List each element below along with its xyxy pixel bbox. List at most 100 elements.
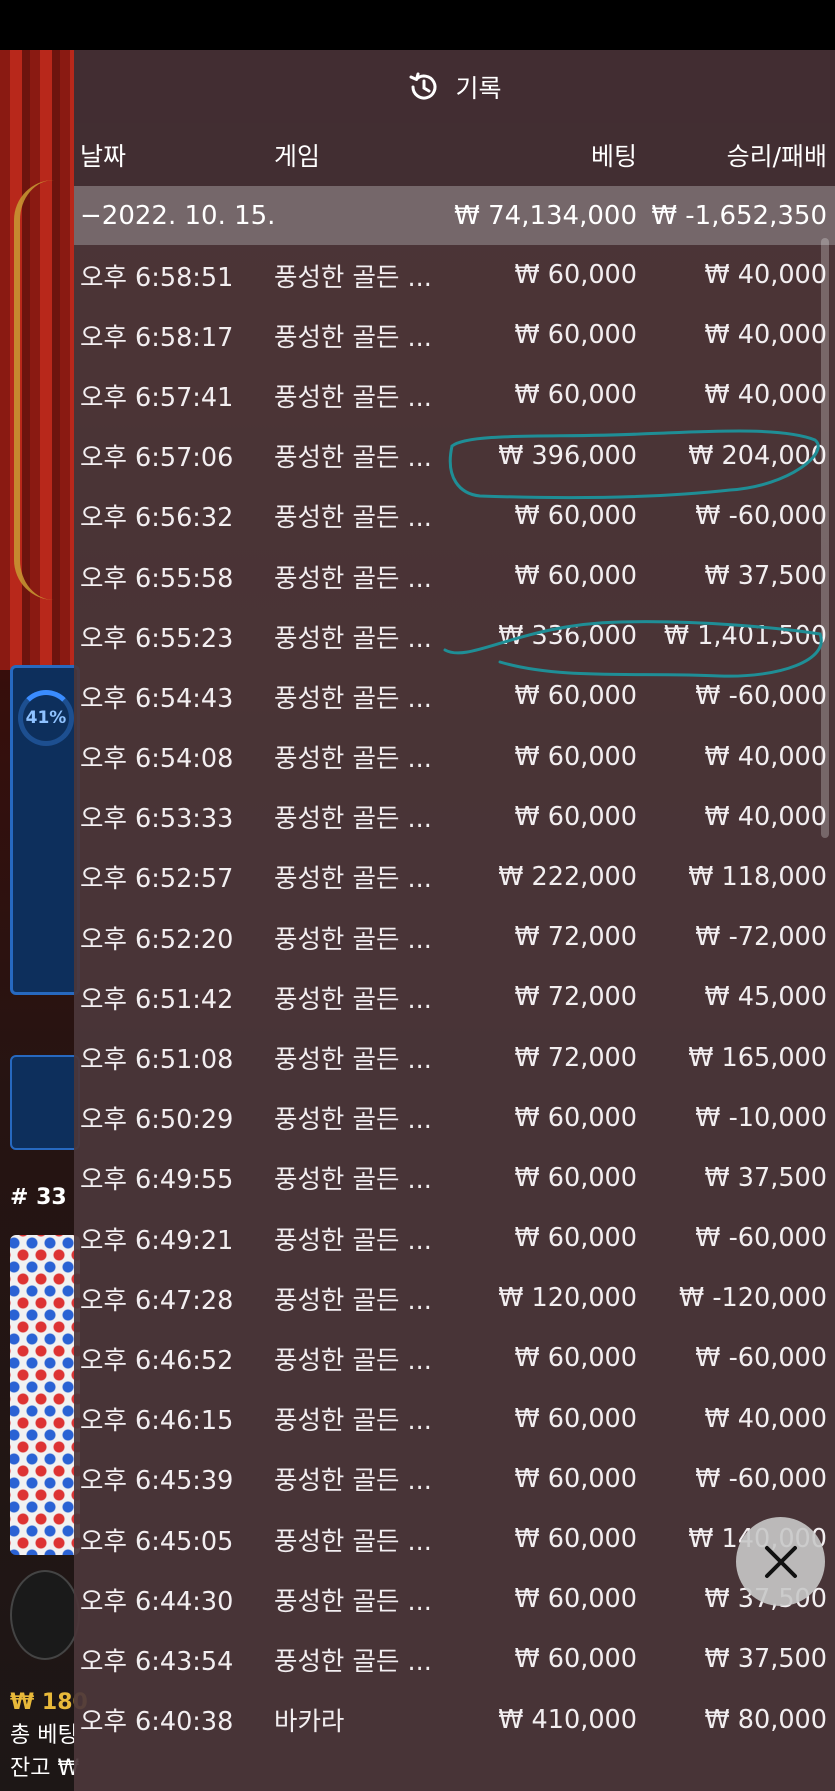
scrollbar[interactable] <box>821 238 829 838</box>
row-time: 오후 6:45:05 <box>80 1526 234 1557</box>
row-bet: ₩ 396,000 <box>498 440 637 471</box>
row-game: 풍성한 골든 ... <box>274 322 432 353</box>
row-win-loss: ₩ 80,000 <box>704 1704 827 1735</box>
date-group-label: −2022. 10. 15. <box>80 200 276 231</box>
history-row[interactable]: 오후 6:45:39 풍성한 골든 ... ₩ 60,000 ₩ -60,000 <box>74 1449 835 1509</box>
row-win-loss: ₩ 37,500 <box>704 1644 827 1675</box>
row-win-loss: ₩ 204,000 <box>688 440 827 471</box>
row-time: 오후 6:49:21 <box>80 1225 234 1256</box>
row-bet: ₩ 60,000 <box>514 741 637 772</box>
history-row[interactable]: 오후 6:49:21 풍성한 골든 ... ₩ 60,000 ₩ -60,000 <box>74 1208 835 1268</box>
history-row[interactable]: 오후 6:55:23 풍성한 골든 ... ₩ 336,000 ₩ 1,401,500 <box>74 606 835 666</box>
col-bet: 베팅 <box>590 141 637 171</box>
row-win-loss: ₩ 40,000 <box>704 380 827 411</box>
history-row[interactable]: 오후 6:43:54 풍성한 골든 ... ₩ 60,000 ₩ 37,500 <box>74 1629 835 1689</box>
row-win-loss: ₩ 1,401,500 <box>663 621 827 652</box>
history-row[interactable]: 오후 6:51:08 풍성한 골든 ... ₩ 72,000 ₩ 165,000 <box>74 1027 835 1087</box>
row-bet: ₩ 60,000 <box>514 1644 637 1675</box>
column-headers: 날짜 게임 베팅 승리/패배 <box>74 123 835 186</box>
history-row[interactable]: 오후 6:55:58 풍성한 골든 ... ₩ 60,000 ₩ 37,500 <box>74 546 835 606</box>
row-game: 풍성한 골든 ... <box>274 804 432 835</box>
row-win-loss: ₩ -60,000 <box>695 681 827 712</box>
row-time: 오후 6:54:43 <box>80 683 234 714</box>
row-game: 풍성한 골든 ... <box>274 262 432 293</box>
history-row[interactable]: 오후 6:56:32 풍성한 골든 ... ₩ 60,000 ₩ -60,000 <box>74 486 835 546</box>
row-bet: ₩ 60,000 <box>514 500 637 531</box>
history-row[interactable]: 오후 6:46:52 풍성한 골든 ... ₩ 60,000 ₩ -60,000 <box>74 1328 835 1388</box>
row-win-loss: ₩ 37,500 <box>704 561 827 592</box>
row-bet: ₩ 336,000 <box>498 621 637 652</box>
history-row[interactable]: 오후 6:58:51 풍성한 골든 ... ₩ 60,000 ₩ 40,000 <box>74 245 835 305</box>
close-button[interactable] <box>736 1517 825 1606</box>
history-row[interactable]: 오후 6:45:05풍성한 골든 ...₩ 60,000₩ 140,000 <box>74 1509 835 1569</box>
history-row[interactable]: 오후 6:53:33 풍성한 골든 ... ₩ 60,000 ₩ 40,000 <box>74 787 835 847</box>
row-game: 풍성한 골든 ... <box>274 984 432 1015</box>
row-bet: ₩ 60,000 <box>514 1343 637 1374</box>
row-bet: ₩ 60,000 <box>514 320 637 351</box>
row-win-loss: ₩ -60,000 <box>695 1463 827 1494</box>
panel-header: 기록 <box>74 50 835 123</box>
row-bet: ₩ 60,000 <box>514 1162 637 1193</box>
row-time: 오후 6:43:54 <box>80 1646 234 1677</box>
row-time: 오후 6:53:33 <box>80 804 234 835</box>
row-game: 풍성한 골든 ... <box>274 1345 432 1376</box>
row-time: 오후 6:51:08 <box>80 1045 234 1076</box>
history-panel: 기록 날짜 게임 베팅 승리/패배 −2022. 10. 15. ₩ 74,13… <box>74 50 835 1791</box>
row-win-loss: ₩ 40,000 <box>704 1403 827 1434</box>
row-time: 오후 6:57:41 <box>80 382 234 413</box>
row-bet: ₩ 72,000 <box>514 1042 637 1073</box>
history-row[interactable]: 오후 6:50:29 풍성한 골든 ... ₩ 60,000 ₩ -10,000 <box>74 1088 835 1148</box>
row-win-loss: ₩ -120,000 <box>679 1283 827 1314</box>
row-bet: ₩ 60,000 <box>514 380 637 411</box>
history-list: 오후 6:58:51 풍성한 골든 ... ₩ 60,000 ₩ 40,000 오후 6… <box>74 245 835 1750</box>
row-time: 오후 6:47:28 <box>80 1285 234 1316</box>
close-icon <box>764 1545 797 1578</box>
date-group-bet-total: ₩ 74,134,000 <box>454 200 637 231</box>
row-time: 오후 6:58:51 <box>80 262 234 293</box>
history-row[interactable]: 오후 6:57:06 풍성한 골든 ... ₩ 396,000 ₩ 204,000 <box>74 426 835 486</box>
history-row[interactable]: 오후 6:44:30풍성한 골든 ...₩ 60,000₩ 37,500 <box>74 1569 835 1629</box>
row-game: 풍성한 골든 ... <box>274 1165 432 1196</box>
history-row[interactable]: 오후 6:51:42 풍성한 골든 ... ₩ 72,000 ₩ 45,000 <box>74 967 835 1027</box>
row-win-loss: ₩ -10,000 <box>695 1102 827 1133</box>
row-time: 오후 6:57:06 <box>80 443 234 474</box>
row-game: 풍성한 골든 ... <box>274 683 432 714</box>
history-row[interactable]: 오후 6:49:55 풍성한 골든 ... ₩ 60,000 ₩ 37,500 <box>74 1148 835 1208</box>
progress-percent: 41% <box>25 708 67 728</box>
row-game: 풍성한 골든 ... <box>274 503 432 534</box>
history-row[interactable]: 오후 6:46:15 풍성한 골든 ... ₩ 60,000 ₩ 40,000 <box>74 1389 835 1449</box>
row-win-loss: ₩ 165,000 <box>688 1042 827 1073</box>
row-bet: ₩ 60,000 <box>514 801 637 832</box>
row-game: 바카라 <box>274 1707 345 1738</box>
row-win-loss: ₩ 40,000 <box>704 801 827 832</box>
history-row[interactable]: 오후 6:58:17 풍성한 골든 ... ₩ 60,000 ₩ 40,000 <box>74 305 835 365</box>
panel-title: 기록 <box>455 73 502 103</box>
col-win-loss: 승리/패배 <box>726 141 827 171</box>
history-row[interactable]: 오후 6:54:08 풍성한 골든 ... ₩ 60,000 ₩ 40,000 <box>74 727 835 787</box>
row-game: 풍성한 골든 ... <box>274 1586 432 1617</box>
bet-progress-ring: 41% <box>18 690 74 746</box>
row-time: 오후 6:40:38 <box>80 1707 234 1738</box>
row-game: 풍성한 골든 ... <box>274 563 432 594</box>
row-win-loss: ₩ -60,000 <box>695 500 827 531</box>
col-date: 날짜 <box>80 141 127 171</box>
row-win-loss: ₩ 118,000 <box>688 861 827 892</box>
history-row[interactable]: 오후 6:57:41 풍성한 골든 ... ₩ 60,000 ₩ 40,000 <box>74 365 835 425</box>
col-game: 게임 <box>274 141 321 171</box>
row-bet: ₩ 60,000 <box>514 1463 637 1494</box>
row-time: 오후 6:50:29 <box>80 1105 234 1136</box>
date-group-row[interactable]: −2022. 10. 15. ₩ 74,134,000 ₩ -1,652,350 <box>74 186 835 245</box>
row-game: 풍성한 골든 ... <box>274 1225 432 1256</box>
history-row[interactable]: 오후 6:52:20 풍성한 골든 ... ₩ 72,000 ₩ -72,000 <box>74 907 835 967</box>
history-row[interactable]: 오후 6:52:57 풍성한 골든 ... ₩ 222,000 ₩ 118,000 <box>74 847 835 907</box>
row-bet: ₩ 60,000 <box>514 1584 637 1615</box>
history-row[interactable]: 오후 6:54:43 풍성한 골든 ... ₩ 60,000 ₩ -60,000 <box>74 666 835 726</box>
row-time: 오후 6:54:08 <box>80 744 234 775</box>
row-time: 오후 6:45:39 <box>80 1466 234 1497</box>
row-time: 오후 6:46:15 <box>80 1406 234 1437</box>
date-group-win-total: ₩ -1,652,350 <box>651 200 827 231</box>
history-row[interactable]: 오후 6:40:38 바카라 ₩ 410,000 ₩ 80,000 <box>74 1690 835 1750</box>
history-icon <box>407 70 441 104</box>
history-row[interactable]: 오후 6:47:28 풍성한 골든 ... ₩ 120,000 ₩ -120,000 <box>74 1268 835 1328</box>
row-time: 오후 6:55:58 <box>80 563 234 594</box>
